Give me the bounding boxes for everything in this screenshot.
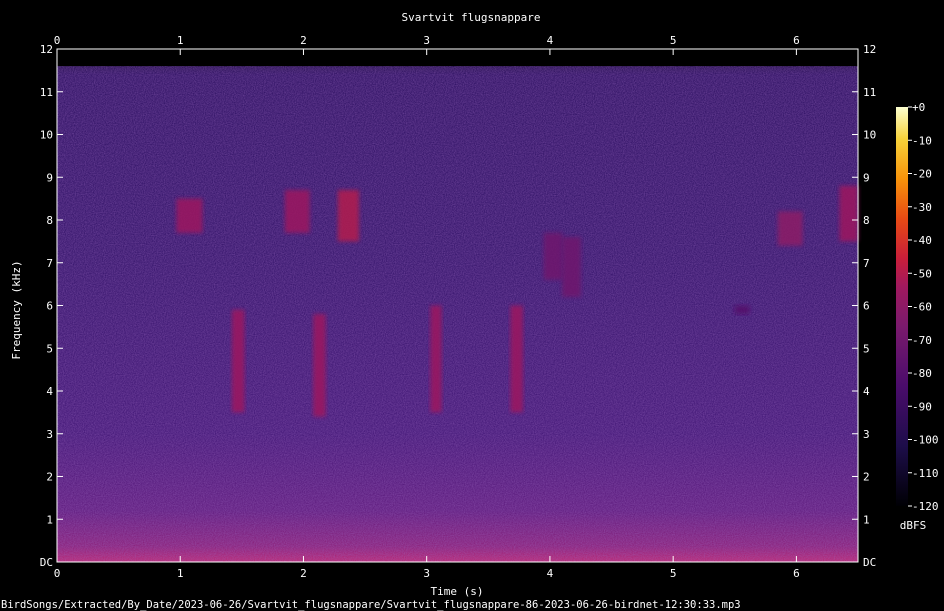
y-tick-label-right: DC (863, 556, 876, 569)
file-path-footer: BirdSongs/Extracted/By_Date/2023-06-26/S… (1, 599, 741, 611)
x-tick-label: 4 (547, 567, 554, 580)
spectrogram-feature (510, 305, 523, 413)
x-tick-label: 6 (793, 567, 800, 580)
x-tick-label: 1 (177, 567, 184, 580)
y-tick-label-right: 3 (863, 428, 870, 441)
spectrogram-feature (734, 305, 750, 315)
x-tick-label: 2 (300, 567, 307, 580)
y-tick-label-right: 6 (863, 300, 870, 313)
y-tick-label-right: 1 (863, 513, 870, 526)
y-tick-label: 5 (46, 342, 53, 355)
y-tick-label: 6 (46, 300, 53, 313)
x-tick-label-top: 6 (793, 34, 800, 47)
spectrogram-feature (777, 211, 803, 246)
y-tick-label: 2 (46, 471, 53, 484)
y-tick-label: 4 (46, 385, 53, 398)
y-tick-label-right: 10 (863, 129, 876, 142)
colorbar-tick-label: -70 (912, 334, 932, 347)
spectrogram-feature (313, 314, 326, 417)
colorbar-tick-label: -30 (912, 201, 932, 214)
spectrogram-feature (839, 185, 858, 242)
colorbar-tick-label: -80 (912, 367, 932, 380)
x-tick-label-top: 0 (54, 34, 61, 47)
y-tick-label: 3 (46, 428, 53, 441)
y-tick-label: DC (40, 556, 53, 569)
y-tick-label-right: 5 (863, 342, 870, 355)
y-tick-label: 12 (40, 43, 53, 56)
colorbar-ticks: +0 -10 -20 -30 -40 -50 -60 -70 -80 -90 -100 -110 -12… (908, 101, 939, 513)
spectrogram-feature (176, 198, 203, 233)
colorbar-tick-label: -60 (912, 301, 932, 314)
colorbar-tick-label: -90 (912, 400, 932, 413)
y-tick-label: 8 (46, 214, 53, 227)
colorbar-label: dBFS (900, 519, 927, 532)
x-tick-label: 5 (670, 567, 677, 580)
plot-area (56, 48, 859, 563)
x-tick-label-top: 2 (300, 34, 307, 47)
spectrogram-feature (543, 232, 563, 280)
x-tick-label-top: 4 (547, 34, 554, 47)
x-axis-label: Time (s) (431, 585, 484, 598)
colorbar-tick-label: -110 (912, 467, 939, 480)
colorbar-gradient (896, 107, 908, 506)
y-tick-label-right: 2 (863, 471, 870, 484)
y-tick-label-right: 11 (863, 86, 876, 99)
x-tick-label-top: 1 (177, 34, 184, 47)
y-tick-label: 11 (40, 86, 53, 99)
spectrogram-feature (231, 309, 245, 413)
colorbar-tick-label: +0 (912, 101, 925, 114)
y-tick-label-right: 12 (863, 43, 876, 56)
y-tick-label-right: 4 (863, 385, 870, 398)
colorbar-tick-label: -120 (912, 500, 939, 513)
colorbar-tick-label: -20 (912, 168, 932, 181)
colorbar-tick-label: -10 (912, 134, 932, 147)
y-tick-label: 9 (46, 171, 53, 184)
y-axis-label: Frequency (kHz) (10, 260, 23, 359)
colorbar-tick-label: -100 (912, 434, 939, 447)
colorbar: +0 -10 -20 -30 -40 -50 -60 -70 -80 -90 -100 -110 -12… (896, 101, 939, 532)
x-tick-label-top: 5 (670, 34, 677, 47)
chart-title: Svartvit flugsnappare (401, 11, 540, 24)
y-tick-label: 10 (40, 129, 53, 142)
plot-top-band (57, 49, 858, 67)
colorbar-tick-label: -50 (912, 267, 932, 280)
y-tick-label: 1 (46, 513, 53, 526)
y-tick-label-right: 9 (863, 171, 870, 184)
x-tick-label: 3 (423, 567, 430, 580)
x-tick-label-top: 3 (423, 34, 430, 47)
spectrogram-chart: Svartvit flugsnappare 0123456 0123456 DC… (1, 11, 939, 611)
y-tick-label: 7 (46, 257, 53, 270)
y-tick-label-right: 7 (863, 257, 870, 270)
spectrogram-feature (284, 190, 310, 233)
colorbar-tick-label: -40 (912, 234, 932, 247)
spectrogram-feature (430, 305, 442, 413)
spectrogram-feature (562, 237, 581, 297)
x-tick-label: 0 (54, 567, 61, 580)
spectrogram-feature (337, 190, 359, 242)
y-tick-label-right: 8 (863, 214, 870, 227)
